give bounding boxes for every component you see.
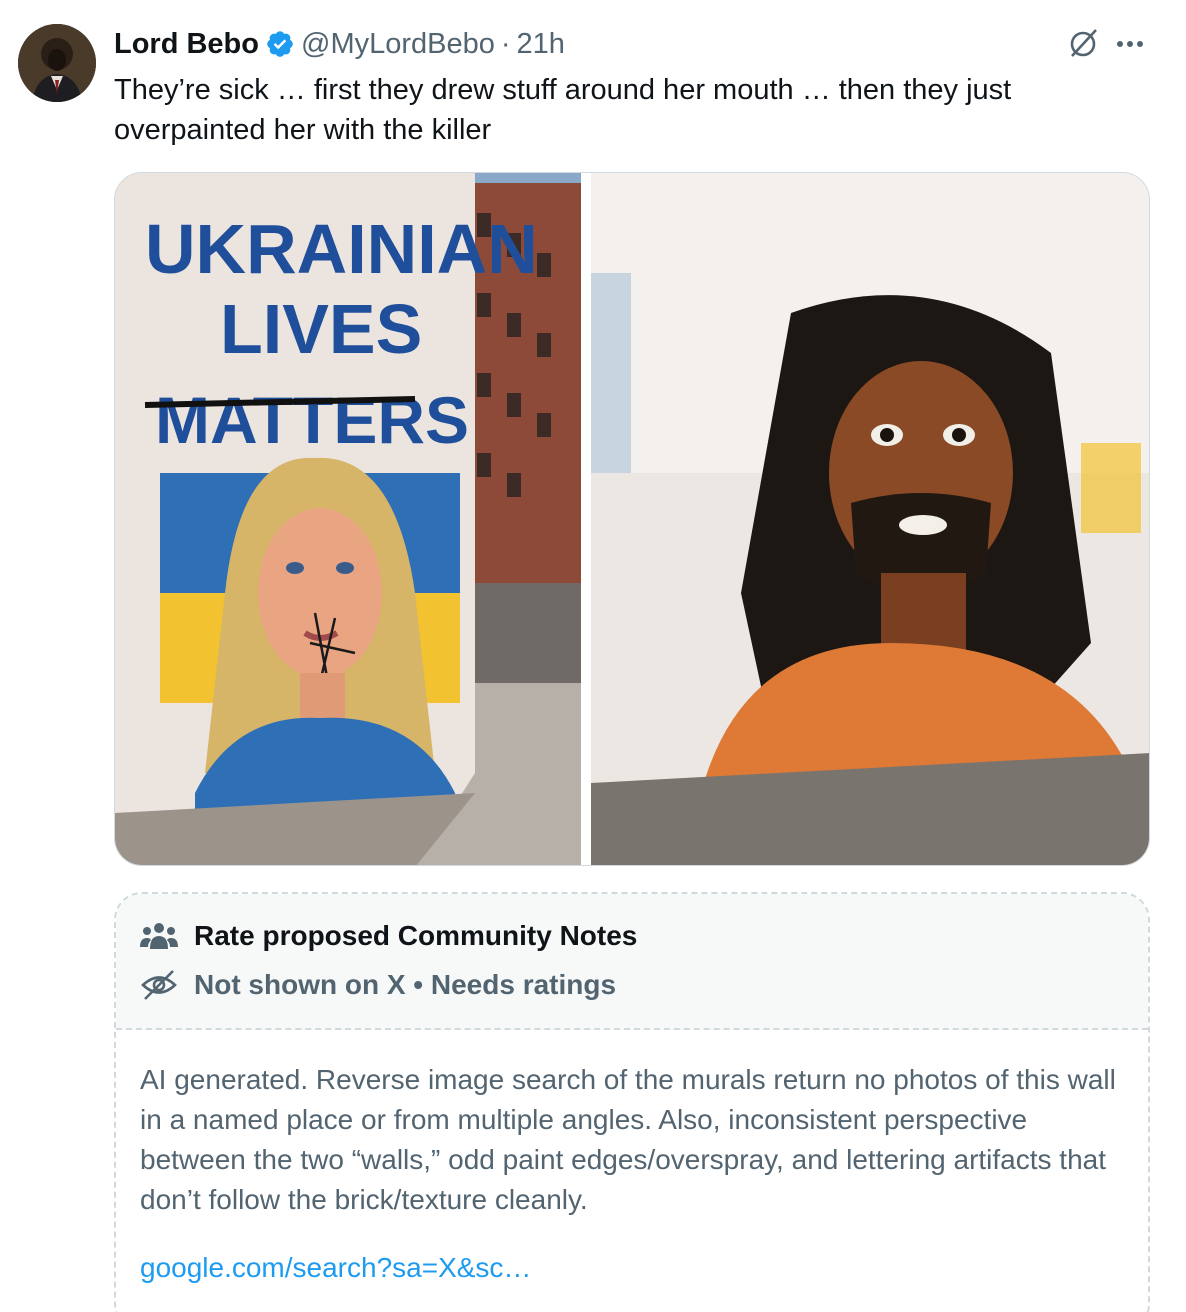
note-status: Not shown on X • Needs ratings bbox=[194, 969, 617, 1000]
display-name[interactable]: Lord Bebo bbox=[114, 28, 259, 61]
rate-notes-row[interactable]: Rate proposed Community Notes bbox=[140, 920, 637, 952]
rate-notes-title: Rate proposed Community Notes bbox=[194, 920, 638, 951]
mural-text-line3: MATTERS bbox=[155, 383, 469, 457]
mural-text-line1: UKRAINIAN bbox=[145, 210, 538, 288]
note-source-link[interactable]: google.com/search?sa=X&sc… bbox=[140, 1252, 531, 1284]
mural-image-left[interactable]: UKRAINIAN LIVES MATTERS bbox=[115, 173, 581, 865]
mural-right-illustration bbox=[591, 173, 1149, 865]
mural-text-line2: LIVES bbox=[220, 290, 422, 368]
separator: · bbox=[500, 27, 511, 60]
tweet-header: Lord Bebo @MyLordBebo · 21h bbox=[114, 26, 1146, 62]
community-note[interactable]: Rate proposed Community Notes Not shown … bbox=[114, 892, 1150, 1312]
more-icon[interactable] bbox=[1112, 26, 1148, 62]
eye-slash-icon bbox=[141, 970, 177, 1000]
note-body: AI generated. Reverse image search of th… bbox=[140, 1064, 1116, 1215]
handle[interactable]: @MyLordBebo bbox=[301, 28, 495, 61]
grok-icon[interactable] bbox=[1066, 26, 1100, 60]
verified-badge-icon[interactable] bbox=[265, 29, 295, 59]
tweet-media[interactable]: UKRAINIAN LIVES MATTERS bbox=[114, 172, 1150, 866]
note-status-row: Not shown on X • Needs ratings bbox=[140, 968, 616, 1002]
mural-image-right[interactable] bbox=[591, 173, 1149, 865]
avatar-image bbox=[18, 24, 96, 102]
timestamp[interactable]: 21h bbox=[517, 28, 565, 61]
tweet-text: They’re sick … first they drew stuff aro… bbox=[114, 74, 1012, 146]
avatar[interactable] bbox=[18, 24, 96, 102]
community-icon bbox=[140, 923, 178, 949]
community-note-header: Rate proposed Community Notes Not shown … bbox=[116, 894, 1148, 1030]
mural-left-illustration: UKRAINIAN LIVES MATTERS bbox=[115, 173, 581, 865]
